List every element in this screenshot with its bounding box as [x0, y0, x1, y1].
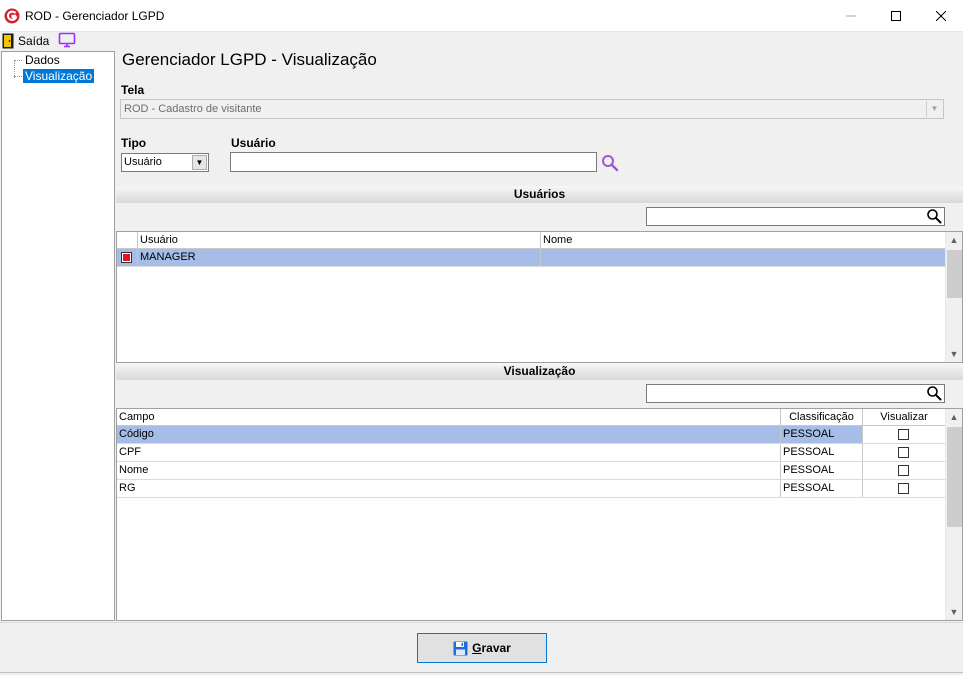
table-row[interactable]: Nome PESSOAL — [117, 462, 946, 480]
toolbar: Saída — [0, 32, 963, 50]
chevron-down-icon[interactable]: ▼ — [192, 155, 207, 170]
table-row[interactable]: RG PESSOAL — [117, 480, 946, 498]
cell-nome — [541, 249, 946, 266]
usuarios-section-header: Usuários — [116, 186, 963, 203]
usuarios-filter-button[interactable] — [926, 208, 942, 224]
window-title: ROD - Gerenciador LGPD — [25, 9, 165, 23]
scroll-thumb[interactable] — [947, 427, 962, 527]
cell-classificacao: PESSOAL — [781, 480, 863, 497]
row-check-cell[interactable] — [117, 249, 138, 266]
chevron-up-icon[interactable]: ▲ — [946, 232, 962, 248]
cell-visualizar[interactable] — [863, 480, 946, 497]
cell-campo: Código — [117, 426, 781, 443]
search-icon — [927, 386, 942, 401]
cell-campo: Nome — [117, 462, 781, 479]
close-icon — [935, 11, 946, 21]
cell-campo: RG — [117, 480, 781, 497]
visualizacao-section-header: Visualização — [116, 363, 963, 380]
chevron-down-icon[interactable]: ▼ — [946, 346, 962, 362]
exit-button[interactable]: Saída — [2, 32, 49, 49]
tipo-label: Tipo — [121, 136, 147, 150]
page-title: Gerenciador LGPD - Visualização — [122, 50, 377, 69]
visualizacao-grid-header: Campo Classificação Visualizar — [117, 409, 946, 426]
chevron-down-icon: ▼ — [926, 101, 942, 117]
header-classificacao[interactable]: Classificação — [781, 409, 863, 425]
table-row[interactable]: MANAGER — [117, 249, 946, 267]
tela-select: ROD - Cadastro de visitante ▼ — [120, 99, 944, 119]
exit-label: Saída — [18, 33, 50, 48]
usuarios-grid-header: Usuário Nome — [117, 232, 946, 249]
title-bar: ROD - Gerenciador LGPD — [0, 0, 963, 32]
usuario-search-button[interactable] — [601, 154, 619, 172]
navigation-tree: Dados Visualização — [1, 51, 115, 621]
close-button[interactable] — [918, 0, 963, 32]
table-row[interactable]: Código PESSOAL — [117, 426, 946, 444]
header-visualizar[interactable]: Visualizar — [863, 409, 946, 425]
cell-visualizar[interactable] — [863, 426, 946, 443]
tree-connector — [14, 60, 22, 61]
maximize-icon — [890, 11, 901, 21]
visualizacao-scrollbar[interactable]: ▲ ▼ — [945, 409, 962, 620]
visualizar-checkbox[interactable] — [898, 465, 909, 476]
monitor-button[interactable] — [58, 32, 76, 49]
cell-classificacao: PESSOAL — [781, 426, 863, 443]
usuarios-grid: Usuário Nome MANAGER ▲ ▼ — [116, 231, 963, 363]
tela-value: ROD - Cadastro de visitante — [124, 103, 262, 115]
save-label: Gravar — [472, 641, 511, 655]
header-check-column — [117, 232, 138, 248]
chevron-up-icon[interactable]: ▲ — [946, 409, 962, 425]
tipo-value: Usuário — [124, 156, 162, 168]
minimize-icon — [845, 15, 856, 17]
header-usuario[interactable]: Usuário — [138, 232, 541, 248]
table-row[interactable]: CPF PESSOAL — [117, 444, 946, 462]
scroll-thumb[interactable] — [947, 250, 962, 298]
cell-campo: CPF — [117, 444, 781, 461]
visualizar-checkbox[interactable] — [898, 429, 909, 440]
cell-classificacao: PESSOAL — [781, 462, 863, 479]
cell-visualizar[interactable] — [863, 462, 946, 479]
monitor-icon — [58, 32, 76, 48]
usuario-input[interactable] — [230, 152, 597, 172]
visualizacao-filter-button[interactable] — [926, 385, 942, 401]
minimize-button[interactable] — [828, 0, 873, 32]
save-button[interactable]: Gravar — [417, 633, 547, 663]
floppy-disk-icon — [453, 641, 468, 655]
visualizacao-filter-input[interactable] — [646, 384, 945, 403]
usuario-label: Usuário — [231, 136, 276, 150]
tipo-select[interactable]: Usuário ▼ — [121, 153, 209, 172]
cell-visualizar[interactable] — [863, 444, 946, 461]
usuarios-scrollbar[interactable]: ▲ ▼ — [945, 232, 962, 362]
search-icon — [927, 209, 942, 224]
header-nome[interactable]: Nome — [541, 232, 946, 248]
visualizar-checkbox[interactable] — [898, 483, 909, 494]
usuarios-filter-input[interactable] — [646, 207, 945, 226]
tree-item-visualizacao[interactable]: Visualização — [23, 69, 95, 83]
tree-item-dados[interactable]: Dados — [23, 53, 62, 67]
footer-divider — [0, 622, 963, 623]
chevron-down-icon[interactable]: ▼ — [946, 604, 962, 620]
tela-label: Tela — [121, 83, 145, 97]
visualizar-checkbox[interactable] — [898, 447, 909, 458]
app-logo-icon — [4, 8, 20, 24]
cell-usuario: MANAGER — [138, 249, 541, 266]
search-icon — [602, 155, 619, 172]
tree-connector — [14, 76, 22, 77]
window-bottom-border — [0, 672, 963, 673]
header-campo[interactable]: Campo — [117, 409, 781, 425]
visualizacao-grid: Campo Classificação Visualizar Código PE… — [116, 408, 963, 621]
maximize-button[interactable] — [873, 0, 918, 32]
door-exit-icon — [2, 33, 14, 48]
cell-classificacao: PESSOAL — [781, 444, 863, 461]
row-checkbox[interactable] — [121, 252, 132, 263]
